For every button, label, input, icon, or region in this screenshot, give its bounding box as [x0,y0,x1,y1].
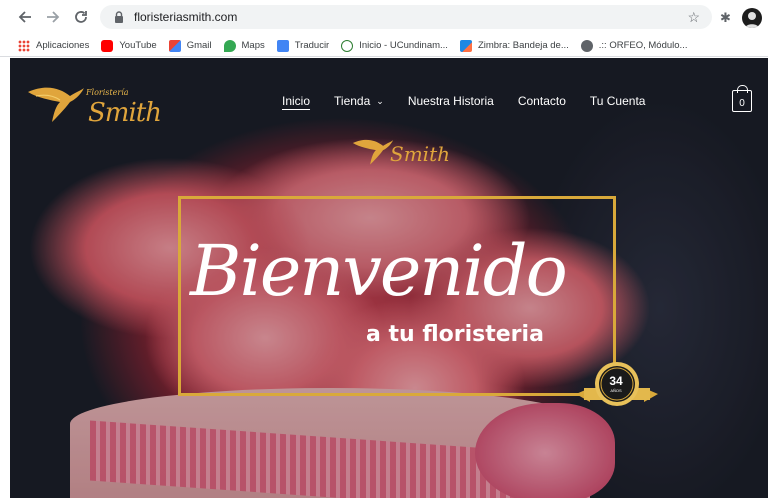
bookmark-label: Inicio - UCundinam... [359,40,448,51]
profile-avatar[interactable] [742,8,762,28]
globe-icon [580,39,593,52]
reload-icon [75,11,87,23]
url-text: floristeriasmith.com [134,10,238,24]
bookmark-label: Maps [241,40,265,51]
maps-pin-icon [223,39,236,52]
bookmark-gmail[interactable]: Gmail [168,39,212,52]
arrow-left-icon [18,11,31,23]
nav-nuestra-historia[interactable]: Nuestra Historia [408,94,494,108]
site-icon [341,39,354,52]
seal-years: 34 [609,374,623,388]
extensions-icon[interactable]: ✱ [720,10,731,26]
bookmark-ucundinamarca[interactable]: Inicio - UCundinam... [341,39,448,52]
avatar-icon [745,12,759,28]
bookmark-aplicaciones[interactable]: Aplicaciones [18,39,90,52]
nav-tienda[interactable]: Tienda ⌄ [334,94,384,108]
bookmark-label: Traducir [294,40,330,51]
youtube-icon [101,39,114,52]
bookmark-youtube[interactable]: YouTube [101,39,157,52]
translate-icon [276,39,289,52]
nav-inicio[interactable]: Inicio [282,94,310,108]
main-nav: Inicio Tienda ⌄ Nuestra Historia Contact… [282,94,669,108]
back-button[interactable] [12,4,38,30]
cart-count: 0 [739,98,745,109]
hero-title: Bienvenido [190,230,568,312]
nav-tu-cuenta[interactable]: Tu Cuenta [590,94,646,108]
bookmark-zimbra[interactable]: Zimbra: Bandeja de... [459,39,569,52]
lock-icon [115,11,123,23]
nav-tienda-label: Tienda [334,94,371,108]
logo-small-text: Floristería [86,88,129,97]
bookmark-label: Zimbra: Bandeja de... [477,40,569,51]
zimbra-icon [459,39,472,52]
gmail-icon [168,39,181,52]
arrow-right-icon [47,11,60,23]
star-icon[interactable]: ☆ [687,9,700,26]
bookmark-label: Gmail [186,40,212,51]
browser-toolbar: floristeriasmith.com ☆ ✱ [0,0,768,35]
reload-button[interactable] [68,4,94,30]
bookmarks-bar: Aplicaciones YouTube Gmail Maps Traducir… [0,35,768,57]
center-logo-name: Smith [390,142,450,166]
logo-name: Smith [88,98,162,128]
bookmark-orfeo[interactable]: .:: ORFEO, Módulo... [580,39,688,52]
bookmark-traducir[interactable]: Traducir [276,39,330,52]
bookmark-label: Aplicaciones [36,40,90,51]
forward-button[interactable] [40,4,66,30]
site-logo[interactable]: Floristería Smith [26,70,162,130]
hummingbird-icon [28,87,84,122]
center-logo: Smith [350,130,450,180]
hero-subtitle: a tu floristeria [366,322,544,347]
nav-contacto[interactable]: Contacto [518,94,566,108]
bookmark-label: YouTube [119,40,157,51]
cart-button[interactable]: 0 [732,85,752,112]
bookmark-maps[interactable]: Maps [223,39,265,52]
bookmark-label: .:: ORFEO, Módulo... [598,40,688,51]
chevron-down-icon: ⌄ [376,95,384,106]
apps-grid-icon [18,39,30,52]
hero-banner: Floristería Smith Inicio Tienda ⌄ Nuestr… [10,58,768,498]
address-bar[interactable]: floristeriasmith.com ☆ [100,5,712,29]
seal-caption: AÑOS [610,388,622,393]
